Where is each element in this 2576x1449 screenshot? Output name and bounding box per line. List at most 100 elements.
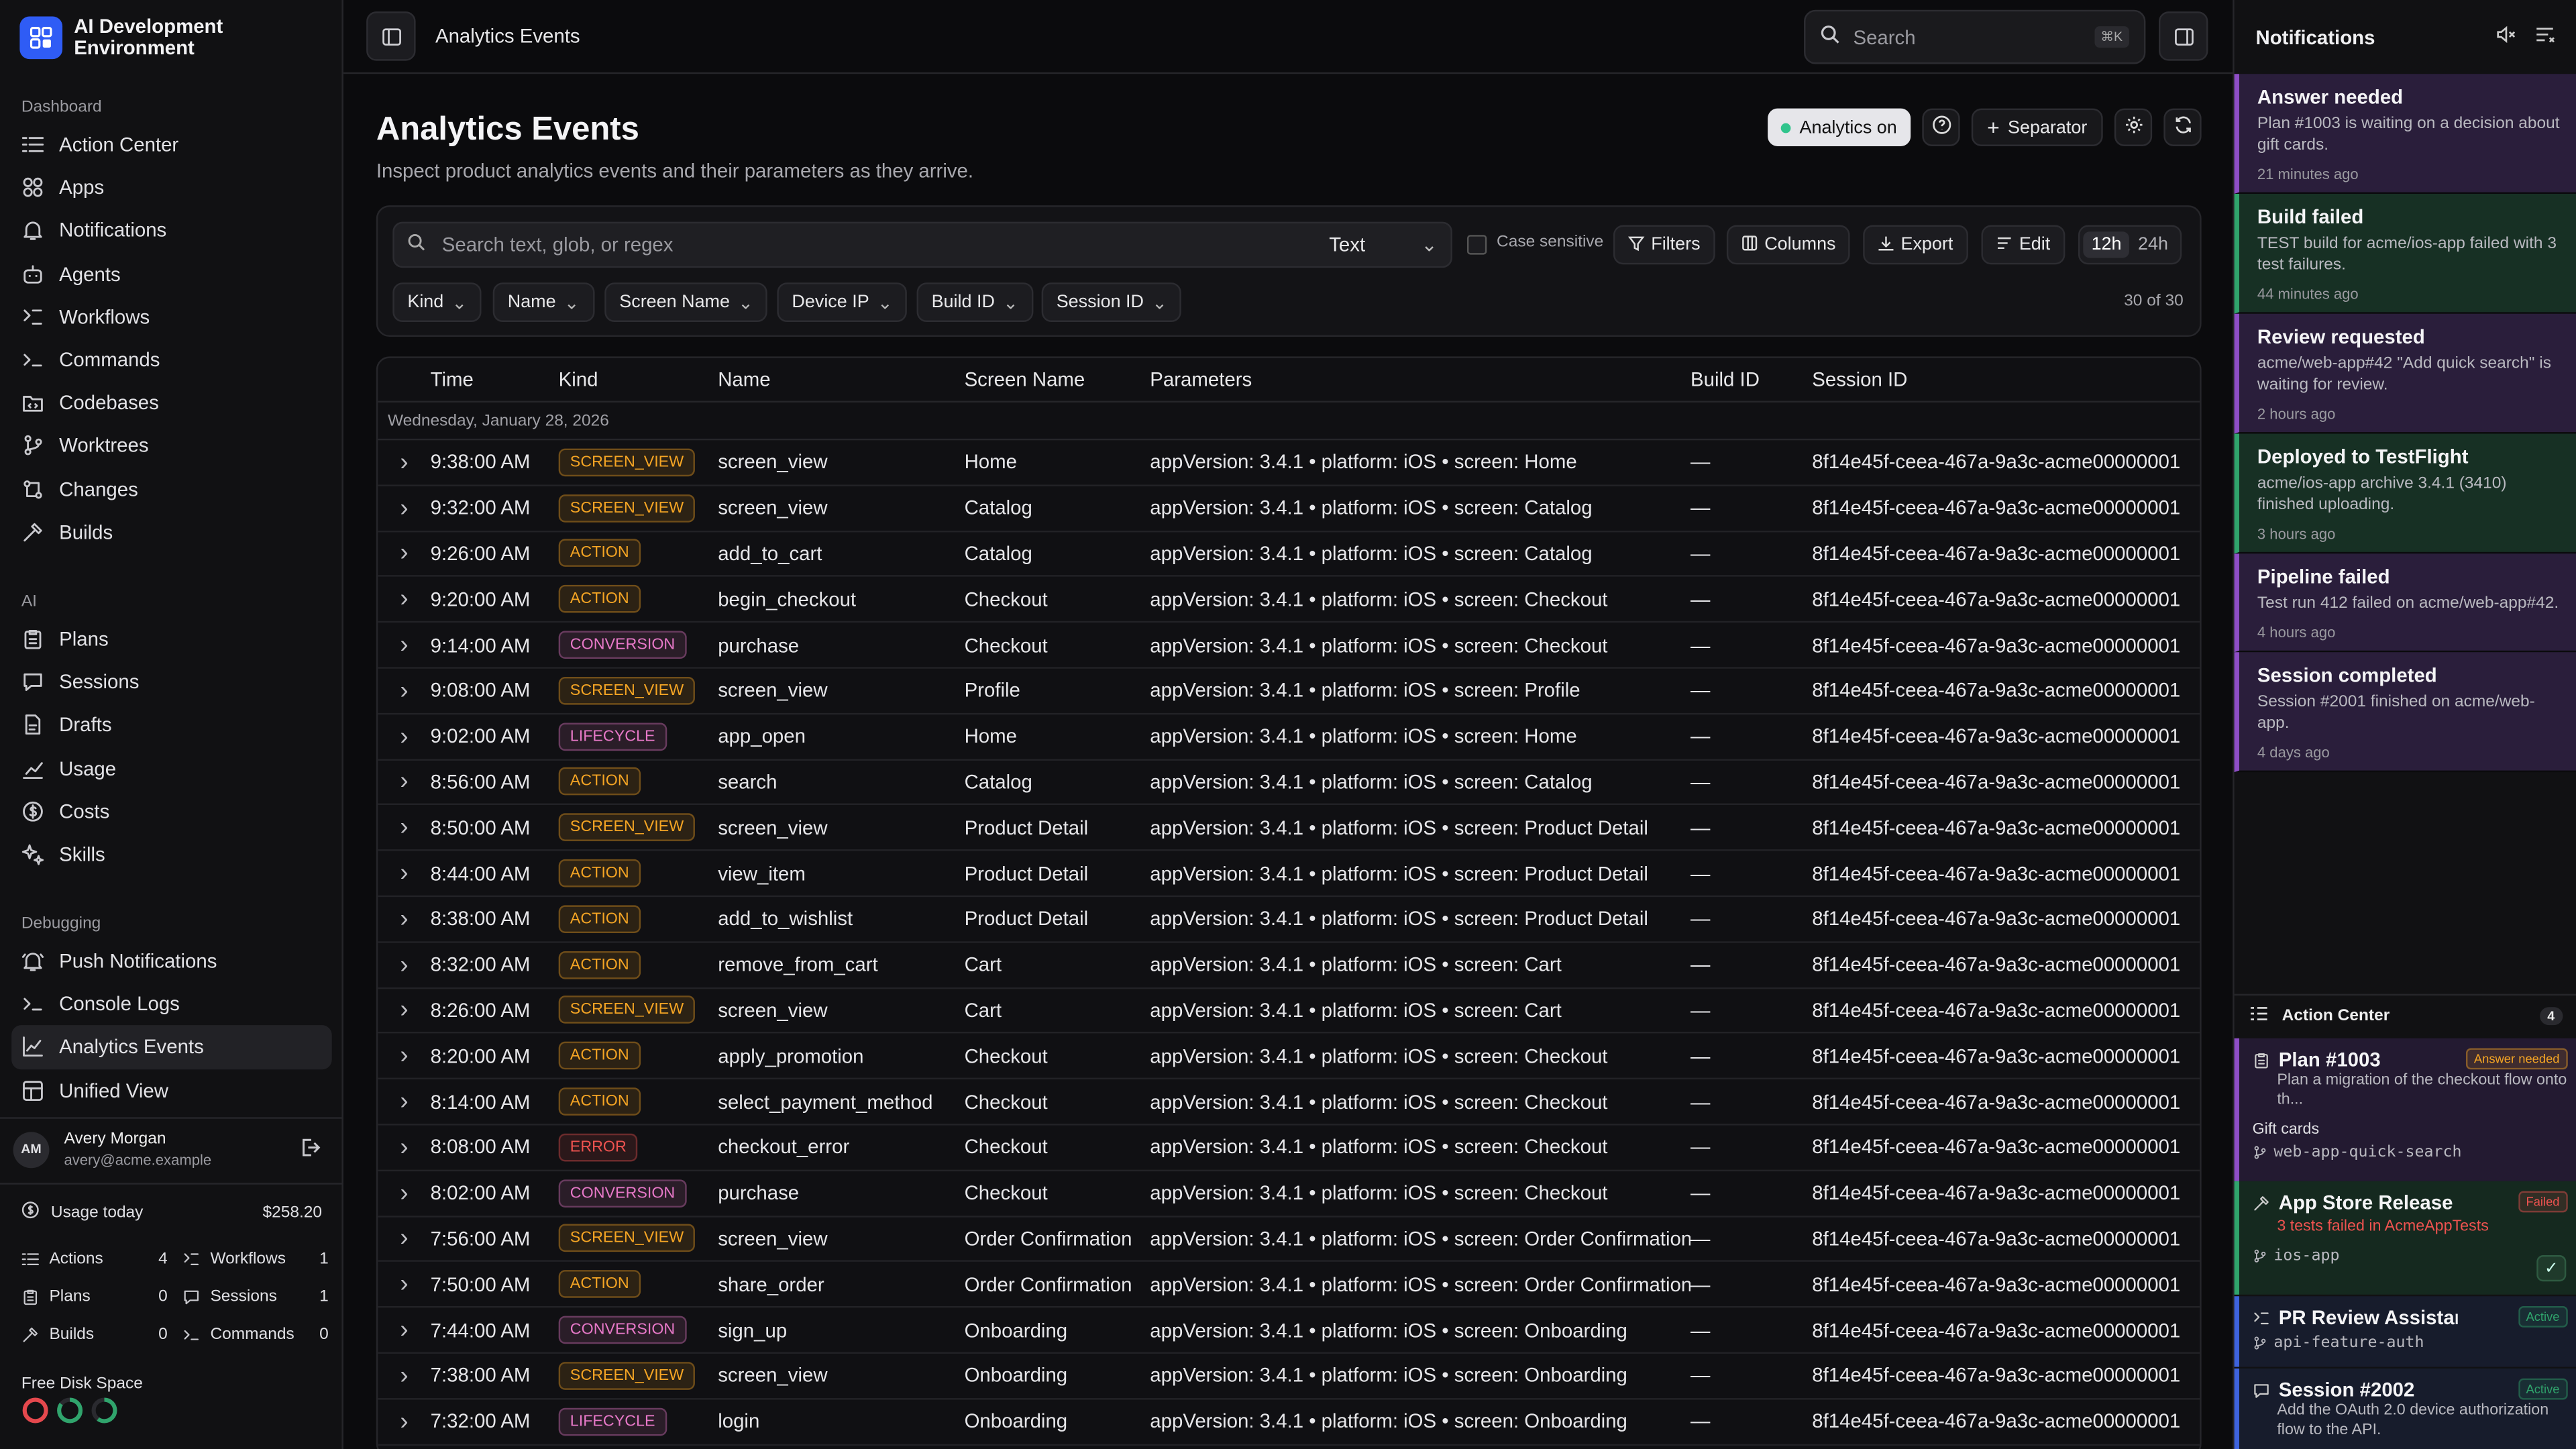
user-profile[interactable]: AM Avery Morgan avery@acme.example [0, 1117, 343, 1179]
chevron-right-icon[interactable]: › [378, 768, 430, 796]
sidebar-item-unified-view[interactable]: Unified View [0, 1069, 343, 1112]
table-row[interactable]: › 7:56:00 AM SCREEN_VIEW screen_view Order C… [378, 1217, 2200, 1263]
filter-chip-session-id[interactable]: Session ID ⌄ [1041, 282, 1182, 323]
analytics-toggle[interactable]: Analytics on [1768, 108, 1911, 146]
chevron-right-icon[interactable]: › [378, 677, 430, 705]
sidebar-item-sessions[interactable]: Sessions [0, 661, 343, 704]
chevron-right-icon[interactable]: › [378, 722, 430, 751]
column-header-build-id[interactable]: Build ID [1690, 368, 1812, 391]
mute-icon[interactable] [2496, 25, 2516, 50]
filter-chip-device-ip[interactable]: Device IP ⌄ [777, 282, 908, 323]
table-row[interactable]: › 8:32:00 AM ACTION remove_from_cart Cart app… [378, 943, 2200, 989]
toggle-panel-button[interactable] [2158, 11, 2208, 61]
table-row[interactable]: › 8:20:00 AM ACTION apply_promotion Checkout… [378, 1034, 2200, 1080]
chevron-right-icon[interactable]: › [378, 1179, 430, 1208]
refresh-button[interactable] [2163, 108, 2202, 146]
logout-icon[interactable] [299, 1136, 321, 1162]
table-row[interactable]: › 7:50:00 AM ACTION share_order Order Confir… [378, 1263, 2200, 1308]
table-row[interactable]: › 8:14:00 AM ACTION select_payment_method Ch… [378, 1079, 2200, 1126]
sidebar-item-plans[interactable]: Plans [0, 618, 343, 661]
table-row[interactable]: › 8:02:00 AM CONVERSION purchase Checkout app… [378, 1171, 2200, 1217]
edit-button[interactable]: Edit [1981, 225, 2065, 265]
chevron-right-icon[interactable]: › [378, 1407, 430, 1436]
notification-item[interactable]: Build failed TEST build for acme/ios-app … [2234, 193, 2576, 314]
chevron-right-icon[interactable]: › [378, 586, 430, 614]
sidebar-item-changes[interactable]: Changes [0, 468, 343, 511]
case-sensitive-checkbox[interactable] [1466, 235, 1487, 255]
filter-chip-kind[interactable]: Kind ⌄ [392, 282, 482, 323]
column-header-session-id[interactable]: Session ID [1812, 368, 2200, 391]
action-center-item[interactable]: Plan #1003 Answer needed Plan a migration … [2234, 1038, 2576, 1181]
range-12h[interactable]: 12h [2083, 231, 2130, 258]
sidebar-item-worktrees[interactable]: Worktrees [0, 425, 343, 468]
action-center-item[interactable]: PR Review Assistant #4... Active api-featu… [2234, 1296, 2576, 1367]
notification-item[interactable]: Review requested acme/web-app#42 "Add qui… [2234, 313, 2576, 434]
chevron-right-icon[interactable]: › [378, 1362, 430, 1390]
sidebar-item-console-logs[interactable]: Console Logs [0, 983, 343, 1026]
notification-item[interactable]: Answer needed Plan #1003 is waiting on a … [2234, 74, 2576, 194]
notification-item[interactable]: Pipeline failed Test run 412 failed on ac… [2234, 553, 2576, 653]
sidebar-item-costs[interactable]: Costs [0, 790, 343, 833]
table-row[interactable]: › 9:38:00 AM SCREEN_VIEW screen_view Home app… [378, 440, 2200, 486]
table-row[interactable]: › 9:32:00 AM SCREEN_VIEW screen_view Catalog… [378, 486, 2200, 532]
export-button[interactable]: Export [1863, 225, 1968, 265]
chevron-right-icon[interactable]: › [378, 448, 430, 476]
table-row[interactable]: › 8:50:00 AM SCREEN_VIEW screen_view Product… [378, 806, 2200, 852]
chevron-right-icon[interactable]: › [378, 1271, 430, 1299]
global-search[interactable]: Search ⌘K [1804, 9, 2146, 64]
chevron-right-icon[interactable]: › [378, 539, 430, 568]
sidebar-item-action-center[interactable]: Action Center [0, 123, 343, 166]
columns-button[interactable]: Columns [1726, 225, 1851, 265]
action-center-item[interactable]: Session #2002 Active Add the OAuth 2.0 dev… [2234, 1368, 2576, 1449]
approve-check-icon[interactable]: ✓ [2536, 1255, 2567, 1282]
table-row[interactable]: › 9:20:00 AM ACTION begin_checkout Checkout a… [378, 578, 2200, 623]
chevron-right-icon[interactable]: › [378, 1133, 430, 1161]
table-row[interactable]: › 7:44:00 AM CONVERSION sign_up Onboarding ap… [378, 1308, 2200, 1354]
chevron-right-icon[interactable]: › [378, 951, 430, 979]
chevron-right-icon[interactable]: › [378, 905, 430, 933]
notification-item[interactable]: Deployed to TestFlight acme/ios-app archi… [2234, 433, 2576, 554]
sidebar-item-analytics-events[interactable]: Analytics Events [11, 1026, 332, 1069]
help-button[interactable] [1922, 108, 1960, 146]
search-mode-select[interactable]: Text ⌄ [1329, 233, 1438, 256]
chevron-right-icon[interactable]: › [378, 1225, 430, 1253]
chevron-right-icon[interactable]: › [378, 1087, 430, 1116]
table-row[interactable]: › 9:14:00 AM CONVERSION purchase Checkout app… [378, 623, 2200, 669]
notification-item[interactable]: Session completed Session #2001 finished … [2234, 652, 2576, 773]
column-header-screen-name[interactable]: Screen Name [965, 368, 1150, 391]
table-row[interactable]: › 7:32:00 AM LIFECYCLE login Onboarding appVe… [378, 1399, 2200, 1445]
clear-all-icon[interactable] [2535, 25, 2555, 50]
chevron-right-icon[interactable]: › [378, 1316, 430, 1344]
table-row[interactable]: › 9:26:00 AM ACTION add_to_cart Catalog appVe… [378, 531, 2200, 578]
sidebar-item-push-notifications[interactable]: Push Notifications [0, 940, 343, 983]
action-center-item[interactable]: App Store Release Failed 3 tests failed in… [2234, 1181, 2576, 1295]
sidebar-item-usage[interactable]: Usage [0, 747, 343, 790]
sidebar-item-codebases[interactable]: Codebases [0, 381, 343, 424]
table-row[interactable]: › 9:02:00 AM LIFECYCLE app_open Home appVersi… [378, 714, 2200, 760]
sidebar-item-apps[interactable]: Apps [0, 166, 343, 209]
chevron-right-icon[interactable]: › [378, 996, 430, 1024]
sidebar-item-skills[interactable]: Skills [0, 833, 343, 875]
settings-button[interactable] [2114, 108, 2153, 146]
chevron-right-icon[interactable]: › [378, 494, 430, 522]
sidebar-item-drafts[interactable]: Drafts [0, 704, 343, 747]
sidebar-item-workflows[interactable]: Workflows [0, 295, 343, 338]
column-header-name[interactable]: Name [718, 368, 964, 391]
column-header-kind[interactable]: Kind [559, 368, 718, 391]
chevron-right-icon[interactable]: › [378, 1042, 430, 1070]
brand[interactable]: AI Development Environment [0, 0, 341, 74]
sidebar-item-notifications[interactable]: Notifications [0, 209, 343, 252]
column-header-parameters[interactable]: Parameters [1150, 368, 1690, 391]
filter-chip-screen-name[interactable]: Screen Name ⌄ [604, 282, 768, 323]
filter-chip-name[interactable]: Name ⌄ [492, 282, 594, 323]
filter-chip-build-id[interactable]: Build ID ⌄ [916, 282, 1033, 323]
chevron-right-icon[interactable]: › [378, 631, 430, 659]
sidebar-item-builds[interactable]: Builds [0, 511, 343, 553]
column-header-time[interactable]: Time [431, 368, 559, 391]
filters-button[interactable]: Filters [1613, 225, 1715, 265]
table-row[interactable]: › 9:08:00 AM SCREEN_VIEW screen_view Profile… [378, 669, 2200, 714]
chevron-right-icon[interactable]: › [378, 814, 430, 842]
query-search-input[interactable]: Search text, glob, or regex Text ⌄ [392, 221, 1452, 268]
sidebar-item-commands[interactable]: Commands [0, 338, 343, 381]
toggle-sidebar-button[interactable] [366, 11, 416, 61]
